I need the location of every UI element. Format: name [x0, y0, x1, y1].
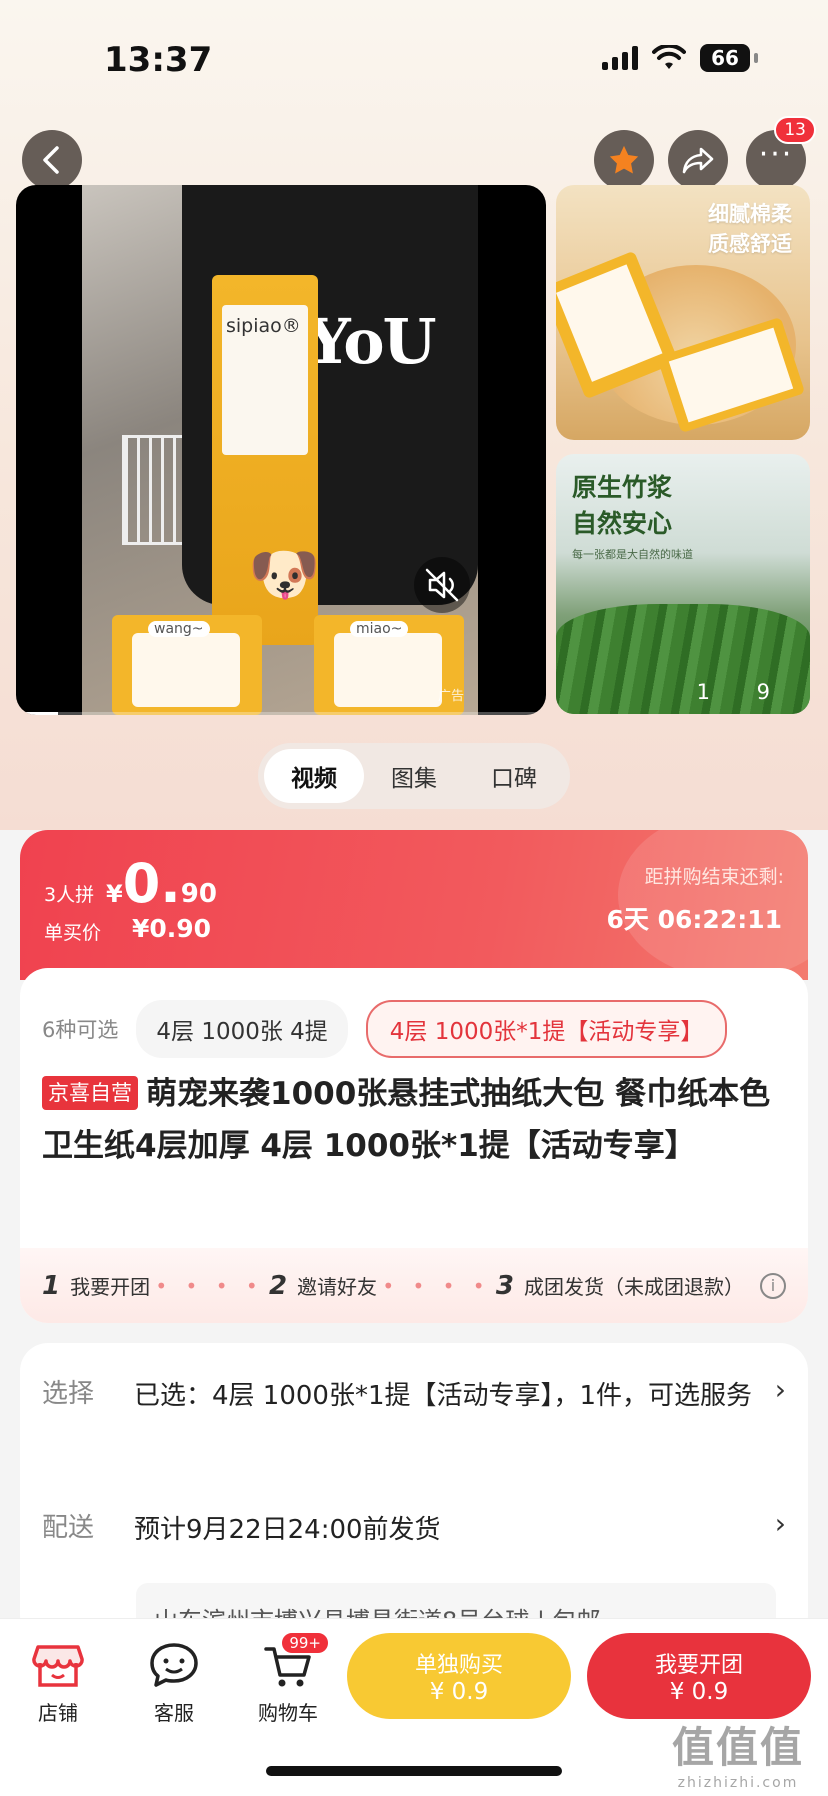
tab-reviews[interactable]: 口碑	[464, 749, 564, 803]
select-row[interactable]: 选择 已选：4层 1000张*1提【活动专享】，1件，可选服务 ›	[42, 1373, 786, 1419]
self-operated-badge: 京喜自营	[42, 1076, 138, 1110]
product-title-text: 萌宠来袭1000张悬挂式抽纸大包 餐巾纸本色卫生纸4层加厚 4层 1000张*1…	[42, 1076, 771, 1164]
sku-selector: 6种可选 4层 1000张 4提 4层 1000张*1提【活动专享】	[42, 1000, 728, 1058]
gallery-thumbnail-2[interactable]: 原生竹浆 自然安心 每一张都是大自然的味道 1 9	[556, 454, 810, 714]
status-icons: 66	[602, 44, 758, 72]
status-time: 13:37	[104, 40, 213, 80]
tissue-pack-dog: wang~	[112, 615, 262, 715]
more-dots-icon: ···	[758, 137, 794, 172]
chevron-right-icon: ›	[774, 1373, 786, 1406]
star-icon	[609, 145, 639, 174]
product-title: 京喜自营 萌宠来袭1000张悬挂式抽纸大包 餐巾纸本色卫生纸4层加厚 4层 100…	[42, 1068, 786, 1172]
thumbnail-1-text: 细腻棉柔 质感舒适	[708, 202, 792, 256]
thumbnail-2-title: 原生竹浆 自然安心	[572, 473, 673, 538]
price-banner: 3人拼 ¥0.90 单买价 ¥0.90 距拼购结束还剩: 6天 06:22:11	[20, 830, 808, 980]
chevron-left-icon	[43, 146, 59, 174]
sku-count: 6种可选	[42, 1018, 119, 1042]
customer-service-button[interactable]: 客服	[134, 1639, 214, 1726]
gallery-counter: 1 9	[696, 680, 790, 704]
pack-word-miao: miao~	[350, 621, 409, 637]
countdown-label: 距拼购结束还剩:	[644, 866, 784, 888]
step-2: 2 邀请好友	[268, 1270, 378, 1301]
start-group-button[interactable]: 我要开团 ¥ 0.9	[587, 1633, 811, 1719]
product-video[interactable]: YeYoU sipiao® wang~ miao~ 🐶 广告	[16, 185, 546, 715]
countdown-timer: 6天 06:22:11	[606, 905, 782, 934]
cellular-signal-icon	[602, 46, 638, 70]
watermark: 值值值 zhizhizhi.com	[671, 1723, 804, 1791]
tissue-brand: sipiao®	[226, 315, 301, 337]
share-icon	[682, 147, 714, 174]
store-icon	[30, 1639, 86, 1691]
home-indicator[interactable]	[266, 1766, 562, 1776]
thumbnail-2-subtitle: 每一张都是大自然的味道	[572, 548, 693, 561]
video-progress-bar[interactable]	[16, 712, 546, 715]
step-1: 1 我要开团	[42, 1270, 151, 1301]
cart-count-badge: 99+	[280, 1631, 330, 1655]
battery-tip	[754, 53, 758, 63]
media-tabs: 视频 图集 口碑	[258, 743, 570, 809]
single-price: ¥0.90	[132, 914, 212, 943]
shipping-row[interactable]: 配送 预计9月22日24:00前发货 ›	[42, 1507, 786, 1553]
favorite-button[interactable]	[594, 130, 654, 190]
store-button[interactable]: 店铺	[18, 1639, 98, 1726]
select-label: 选择	[42, 1379, 95, 1409]
battery-icon: 66	[700, 44, 750, 72]
group-buy-label: 3人拼	[44, 884, 95, 906]
dog-sticker-icon: 🐶	[248, 540, 321, 608]
shipping-label: 配送	[42, 1513, 95, 1543]
chevron-right-icon: ›	[774, 1507, 786, 1540]
cart-button[interactable]: 99+ 购物车	[248, 1631, 330, 1726]
share-button[interactable]	[668, 130, 728, 190]
more-button[interactable]: ··· 13	[746, 116, 816, 190]
back-button[interactable]	[22, 130, 82, 190]
shipping-value: 预计9月22日24:00前发货	[134, 1515, 441, 1545]
message-count-badge: 13	[774, 116, 816, 144]
step-3: 3 成团发货（未成团退款） i	[496, 1271, 786, 1301]
single-price-label: 单买价	[44, 922, 102, 944]
sku-option-2[interactable]: 4层 1000张*1提【活动专享】	[365, 1000, 728, 1058]
buy-alone-button[interactable]: 单独购买 ¥ 0.9	[347, 1633, 571, 1719]
info-icon[interactable]: i	[760, 1272, 786, 1299]
wifi-icon	[652, 45, 686, 69]
group-buy-steps[interactable]: 1 我要开团 • • • • 2 邀请好友 • • • • 3 成团发货（未成团退款）…	[20, 1248, 808, 1323]
cart-icon: 99+	[260, 1631, 330, 1691]
pack-word-wang: wang~	[148, 621, 210, 637]
select-value: 已选：4层 1000张*1提【活动专享】，1件，可选服务	[134, 1381, 753, 1411]
sku-option-1[interactable]: 4层 1000张 4提	[136, 1000, 348, 1058]
tab-gallery[interactable]: 图集	[364, 749, 464, 803]
purchase-details-card: 选择 已选：4层 1000张*1提【活动专享】，1件，可选服务 › 配送 预计9…	[20, 1343, 808, 1653]
video-frame: YeYoU sipiao® wang~ miao~ 🐶 广告	[82, 185, 478, 715]
gallery-thumbnail-1[interactable]: 细腻棉柔 质感舒适	[556, 185, 810, 440]
tab-video[interactable]: 视频	[264, 749, 364, 803]
product-info-card: 6种可选 4层 1000张 4提 4层 1000张*1提【活动专享】 京喜自营萌…	[20, 968, 808, 1323]
mute-icon[interactable]	[412, 555, 472, 615]
chat-bubble-icon	[146, 1639, 202, 1691]
ad-label: 广告	[438, 689, 465, 704]
group-price: ¥0.90	[106, 852, 217, 915]
